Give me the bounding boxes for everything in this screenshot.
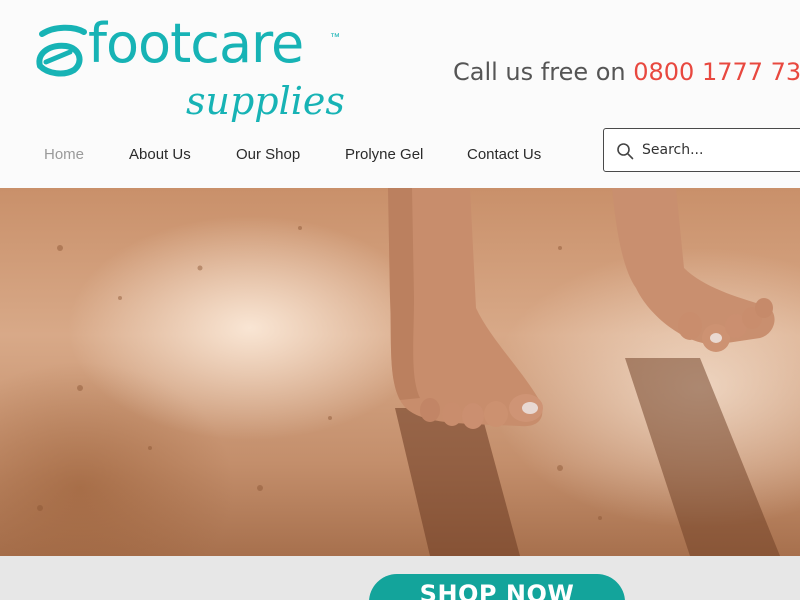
hero-feet-illustration <box>37 188 780 556</box>
search-icon[interactable] <box>616 142 634 160</box>
phone-prefix: Call us free on <box>453 58 634 86</box>
nav-item-prolyne-gel[interactable]: Prolyne Gel <box>345 146 423 163</box>
site-header: footcare ™ supplies Call us free on 0800… <box>0 0 800 188</box>
search-input[interactable] <box>642 137 800 163</box>
hero-image <box>0 188 800 556</box>
shop-now-button[interactable]: SHOP NOW <box>369 574 625 600</box>
phone-number[interactable]: 0800 1777 734 <box>633 58 800 86</box>
search-box[interactable] <box>603 128 800 172</box>
footcare-logo[interactable]: footcare ™ supplies <box>34 12 354 128</box>
nav-item-our-shop[interactable]: Our Shop <box>236 146 300 163</box>
logo-tagline: supplies <box>186 79 345 123</box>
logo-mark-icon <box>36 24 87 77</box>
nav-item-home[interactable]: Home <box>44 146 84 163</box>
nav-item-about-us[interactable]: About Us <box>129 146 191 163</box>
logo-wordmark: footcare <box>88 12 304 75</box>
phone-callout: Call us free on 0800 1777 734 <box>453 56 800 88</box>
nav-item-contact-us[interactable]: Contact Us <box>467 146 541 163</box>
trademark-symbol: ™ <box>330 32 340 43</box>
